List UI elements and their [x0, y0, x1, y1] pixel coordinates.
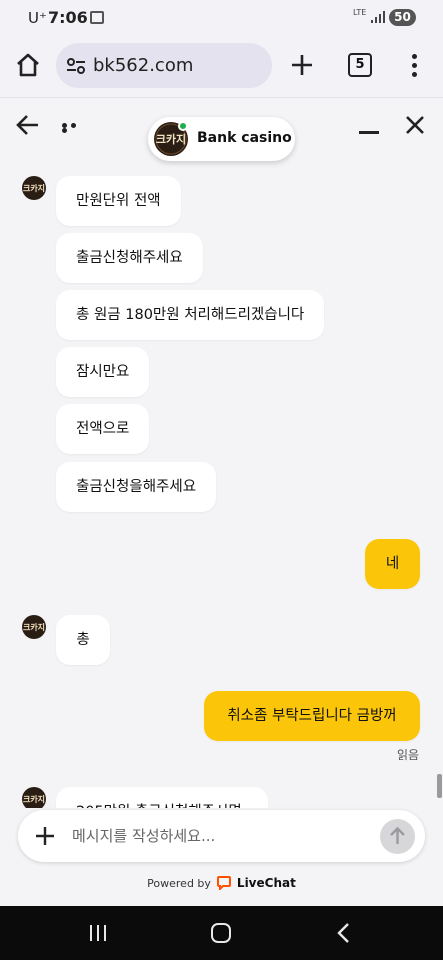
- new-tab-icon[interactable]: [289, 52, 315, 78]
- message-input[interactable]: [72, 823, 372, 849]
- arrow-up-icon: [390, 826, 405, 844]
- network-type: LTE: [353, 8, 367, 17]
- browser-menu-icon[interactable]: [406, 52, 422, 78]
- site-settings-icon[interactable]: [66, 56, 86, 76]
- send-button[interactable]: [380, 819, 415, 854]
- close-icon[interactable]: [404, 114, 426, 136]
- message-bubble: 출금신청을해주세요: [56, 462, 217, 512]
- svg-text:크카지: 크카지: [23, 183, 45, 193]
- home-icon[interactable]: [14, 51, 42, 79]
- user-message-bubble: 취소좀 부탁드립니다 금방꺼: [204, 691, 420, 741]
- svg-text:크카지: 크카지: [156, 132, 186, 146]
- message-bubble: 총 원금 180만원 처리해드리겠습니다: [56, 290, 325, 340]
- user-message-bubble: 네: [365, 539, 420, 589]
- read-receipt: 읽음: [397, 748, 420, 762]
- tab-switcher-button[interactable]: 5: [348, 53, 372, 77]
- message-bubble: 만원단위 전액: [56, 176, 181, 226]
- system-navigation-bar: [0, 906, 443, 960]
- clock: 7:06: [48, 8, 88, 27]
- back-arrow-icon[interactable]: [16, 114, 40, 136]
- back-button-icon[interactable]: [336, 922, 350, 944]
- screenshot-icon: [90, 11, 104, 24]
- home-button-icon[interactable]: [211, 923, 231, 943]
- powered-by-footer[interactable]: Powered by LiveChat: [0, 876, 443, 890]
- message-composer: [18, 810, 425, 862]
- svg-text:크카지: 크카지: [23, 794, 45, 804]
- chat-options-icon[interactable]: [62, 123, 88, 133]
- message-list: 크카지 만원단위 전액 출금신청해주세요 총 원금 180만원 처리해드리겠습니…: [0, 158, 443, 808]
- message-bubble: 전액으로: [56, 404, 150, 454]
- status-bar: U⁺ 7:06 LTE 50: [0, 0, 443, 36]
- url-text[interactable]: bk562.com: [93, 55, 193, 76]
- carrier-label: U⁺: [28, 9, 47, 27]
- agent-avatar: 크카지: [22, 615, 46, 639]
- provider-name: LiveChat: [236, 876, 296, 890]
- agent-info-pill[interactable]: 크카지 Bank casino: [148, 117, 295, 161]
- chat-header: 크카지 Bank casino: [0, 98, 443, 161]
- agent-avatar: 크카지: [22, 176, 46, 200]
- minimize-icon[interactable]: [359, 131, 379, 134]
- livechat-logo-icon: [217, 876, 232, 890]
- add-attachment-icon[interactable]: [34, 825, 56, 847]
- scrollbar-thumb[interactable]: [437, 774, 442, 798]
- agent-avatar: 크카지: [22, 787, 46, 808]
- recent-apps-icon[interactable]: [88, 924, 108, 942]
- message-bubble: 총: [56, 615, 110, 665]
- address-bar[interactable]: bk562.com: [56, 43, 272, 88]
- message-bubble: 205만원 출금신청해주시면: [56, 787, 268, 808]
- browser-toolbar: bk562.com 5: [0, 36, 443, 98]
- message-bubble: 잠시만요: [56, 347, 150, 397]
- message-bubble: 출금신청해주세요: [56, 233, 203, 283]
- powered-by-label: Powered by: [147, 877, 211, 890]
- svg-text:크카지: 크카지: [23, 622, 45, 632]
- online-status-dot: [178, 121, 188, 131]
- chat-widget: 크카지 Bank casino 크카지 만원단위 전액 출금신청해주세요 총 원…: [0, 98, 443, 906]
- signal-icon: [371, 11, 385, 23]
- agent-name: Bank casino: [197, 130, 292, 146]
- battery-indicator: 50: [389, 9, 416, 26]
